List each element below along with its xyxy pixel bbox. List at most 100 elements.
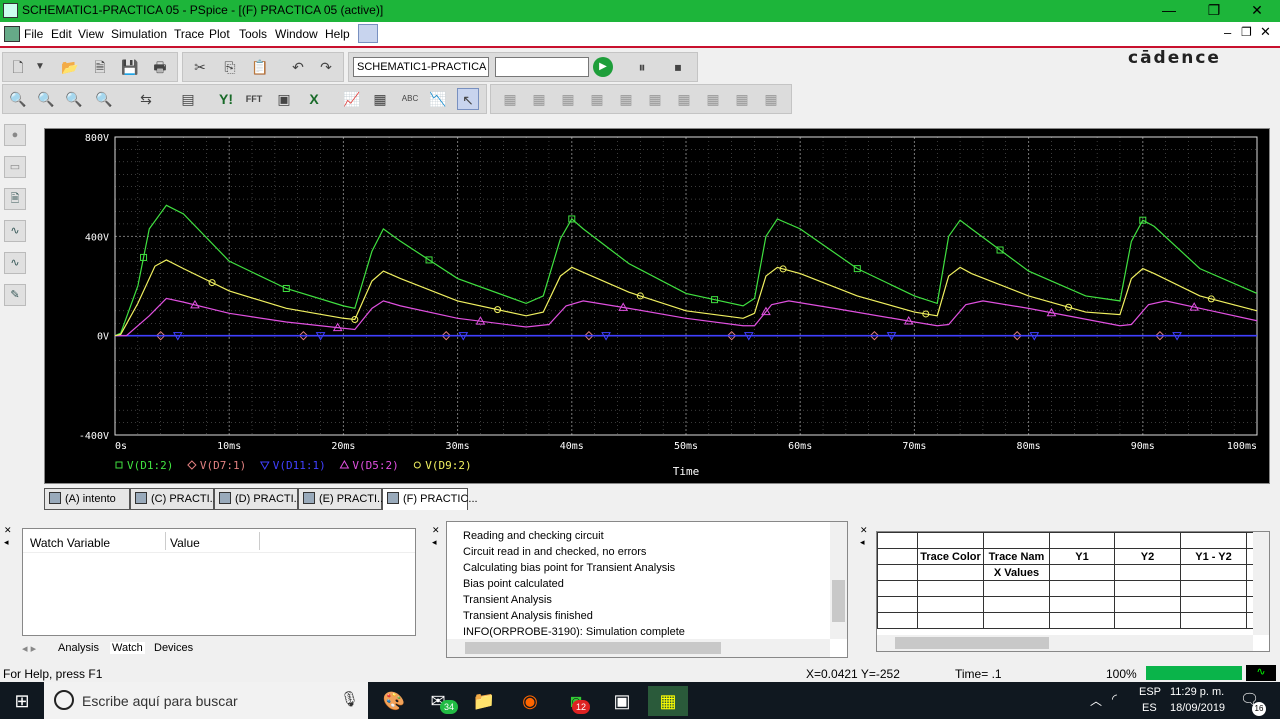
column-divider[interactable] — [165, 532, 166, 550]
tab-f-practic-active[interactable]: (F) PRACTIC... — [382, 488, 478, 510]
scroll-thumb[interactable] — [895, 637, 1049, 649]
cursor-label-icon[interactable]: ▦ — [731, 88, 753, 110]
log-horizontal-scrollbar[interactable] — [447, 639, 830, 657]
scroll-thumb[interactable] — [465, 642, 721, 654]
child-close-button[interactable]: ✕ — [1260, 24, 1271, 40]
log-vertical-scrollbar[interactable] — [830, 522, 847, 639]
tab-devices[interactable]: Devices — [154, 642, 193, 654]
minimize-button[interactable]: — — [1146, 0, 1192, 22]
child-minimize-button[interactable]: – — [1224, 25, 1231, 40]
cursor-trough-icon[interactable]: ▦ — [528, 88, 550, 110]
cascade-windows-icon[interactable] — [358, 24, 378, 43]
copy-icon[interactable]: ⎘ — [219, 56, 241, 78]
show-hidden-icons-icon[interactable]: ︿ — [1090, 692, 1102, 709]
menu-tools[interactable]: Tools — [239, 27, 267, 41]
print-icon[interactable]: 🖶 — [149, 56, 171, 78]
tool-5-icon[interactable]: ∿ — [4, 252, 26, 274]
language-top[interactable]: ESP — [1139, 686, 1161, 698]
plot-window-icon[interactable]: ▦ — [369, 88, 391, 110]
clock-time[interactable]: 11:29 p. m. — [1170, 686, 1224, 698]
performance-analysis-icon[interactable]: Y! — [215, 88, 237, 110]
tab-a-intento[interactable]: (A) intento — [44, 488, 130, 510]
column-divider[interactable] — [259, 532, 260, 550]
pspice-app-icon[interactable]: ▦ — [648, 686, 688, 716]
save-icon[interactable]: 💾 — [119, 56, 141, 78]
microphone-icon[interactable]: 🎙 — [340, 690, 359, 708]
cursor-horizontal-scrollbar[interactable] — [877, 635, 1253, 651]
app-icon[interactable] — [3, 3, 18, 18]
tab-scroll-icon[interactable]: ◂ ▸ — [22, 642, 36, 655]
dropdown-arrow-icon[interactable]: ▼ — [29, 56, 51, 78]
cursor-vertical-scrollbar[interactable] — [1253, 532, 1269, 635]
cursor-slope-icon[interactable]: ▦ — [557, 88, 579, 110]
file-explorer-icon[interactable]: 📁 — [464, 686, 504, 716]
tool-6-icon[interactable]: ✎ — [4, 284, 26, 306]
zoom-in-icon[interactable]: 🔍 — [7, 88, 29, 110]
cursor-chart-icon[interactable]: ▦ — [760, 88, 782, 110]
scroll-thumb[interactable] — [832, 580, 845, 622]
taskbar-search-box[interactable]: Escribe aquí para buscar 🎙 — [44, 682, 368, 719]
capture-app-icon[interactable]: ▣ — [602, 686, 642, 716]
cut-icon[interactable]: ✂ — [189, 56, 211, 78]
cursor-search-icon[interactable]: ▦ — [673, 88, 695, 110]
cursor-next-icon[interactable]: ▦ — [702, 88, 724, 110]
open-folder-icon[interactable]: 📂 — [59, 56, 81, 78]
tool-4-icon[interactable]: ∿ — [4, 220, 26, 242]
mark-data-points-icon[interactable]: 📉 — [427, 88, 449, 110]
menu-trace[interactable]: Trace — [174, 27, 204, 41]
tab-watch[interactable]: Watch — [110, 642, 145, 654]
paint-app-icon[interactable]: 🎨 — [374, 686, 414, 716]
log-x-icon[interactable]: ⇆ — [135, 88, 157, 110]
watch-variable-header[interactable]: Watch Variable — [30, 536, 110, 550]
watch-panel-controls[interactable]: ✕ ◂ — [4, 524, 18, 550]
pause-simulation-icon[interactable]: ⏸ — [631, 56, 653, 78]
tool-1-icon[interactable]: ● — [4, 124, 26, 146]
menu-help[interactable]: Help — [325, 27, 350, 41]
wifi-icon[interactable]: ◜ — [1112, 691, 1117, 707]
fourier-icon[interactable]: ▤ — [177, 88, 199, 110]
new-file-icon[interactable]: 🗎 — [89, 56, 111, 78]
tool-2-icon[interactable]: ▭ — [4, 156, 26, 178]
watch-value-header[interactable]: Value — [170, 536, 200, 550]
tab-e-practi[interactable]: (E) PRACTI... — [298, 488, 386, 510]
redo-icon[interactable]: ↷ — [315, 56, 337, 78]
cursor-panel-controls[interactable]: ✕ ◂ — [860, 524, 872, 548]
menu-file[interactable]: File — [24, 27, 43, 41]
child-restore-button[interactable]: ❐ — [1241, 25, 1252, 39]
cursor-min-icon[interactable]: ▦ — [586, 88, 608, 110]
log-panel-controls[interactable]: ✕ ◂ — [432, 524, 444, 548]
menu-edit[interactable]: Edit — [51, 27, 72, 41]
simulation-profile-select[interactable] — [353, 57, 489, 77]
clock-date[interactable]: 18/09/2019 — [1170, 702, 1225, 714]
search-field[interactable] — [495, 57, 589, 77]
paste-icon[interactable]: 📋 — [249, 56, 271, 78]
tool-3-icon[interactable]: 🗎 — [4, 188, 26, 210]
eval-goal-icon[interactable]: ▣ — [273, 88, 295, 110]
new-icon[interactable]: 🗋 — [7, 56, 29, 78]
stop-simulation-icon[interactable]: ⏹ — [667, 56, 689, 78]
menu-simulation[interactable]: Simulation — [111, 27, 167, 41]
undo-icon[interactable]: ↶ — [287, 56, 309, 78]
language-bottom[interactable]: ES — [1142, 702, 1157, 714]
add-plot-icon[interactable]: 📈 — [341, 88, 363, 110]
zoom-fit-icon[interactable]: 🔍 — [93, 88, 115, 110]
zoom-area-icon[interactable]: 🔍 — [63, 88, 85, 110]
tab-d-practi[interactable]: (D) PRACTI... — [214, 488, 303, 510]
document-icon[interactable] — [4, 26, 20, 42]
cursor-max-icon[interactable]: ▦ — [615, 88, 637, 110]
maximize-button[interactable]: ❐ — [1191, 0, 1237, 22]
windows-start-icon[interactable]: ⊞ — [2, 686, 42, 716]
tab-analysis[interactable]: Analysis — [58, 642, 99, 654]
close-button[interactable]: ✕ — [1234, 0, 1280, 22]
menu-view[interactable]: View — [78, 27, 104, 41]
text-label-icon[interactable]: ABC — [399, 88, 421, 110]
firefox-icon[interactable]: ◉ — [510, 686, 550, 716]
cursor-peak-icon[interactable]: ▦ — [499, 88, 521, 110]
fft-icon[interactable]: FFT — [243, 88, 265, 110]
add-trace-icon[interactable]: X — [303, 88, 325, 110]
waveform-chart[interactable]: 800V 400V 0V -400V 0s 10ms 20ms 30ms 40ms 50ms 60m… — [45, 129, 1269, 483]
cursor-point-icon[interactable]: ▦ — [644, 88, 666, 110]
menu-window[interactable]: Window — [275, 27, 318, 41]
run-icon[interactable]: ▶ — [593, 57, 613, 77]
menu-plot[interactable]: Plot — [209, 27, 230, 41]
